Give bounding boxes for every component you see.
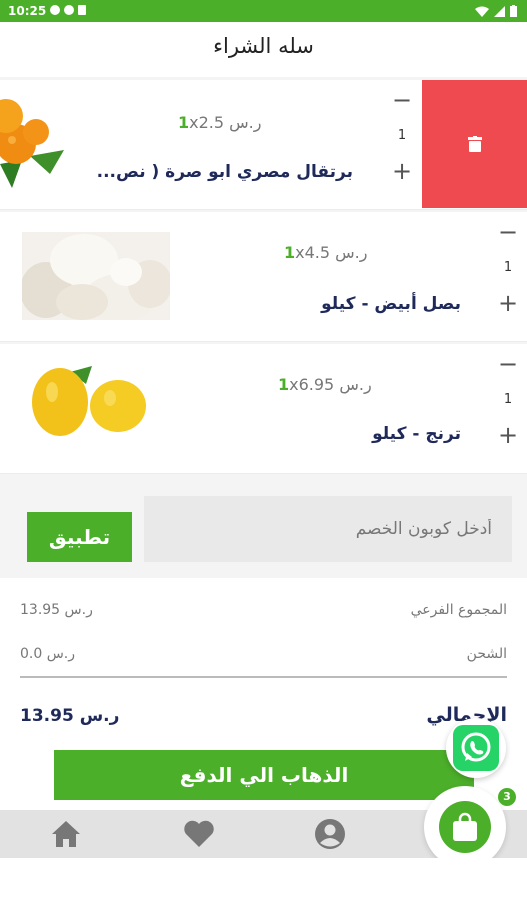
wifi-icon — [475, 6, 489, 17]
quantity-stepper[interactable]: − 1 + — [494, 220, 522, 315]
item-price-text: x6.95 ر.س — [289, 375, 372, 394]
decrease-button[interactable]: − — [388, 88, 416, 112]
trash-icon — [467, 136, 482, 152]
item-multiplier: 1 — [284, 243, 296, 262]
sim-icon — [78, 5, 86, 15]
battery-icon — [510, 5, 517, 17]
summary-divider — [20, 676, 507, 678]
item-unit-price: 1x4.5 ر.س — [284, 243, 367, 262]
checkout-button[interactable]: الذهاب الي الدفع — [54, 750, 474, 800]
nav-profile[interactable] — [312, 816, 348, 852]
nav-favorites[interactable] — [181, 816, 217, 852]
subtotal-value: 13.95 ر.س — [20, 602, 93, 618]
item-name: برتقال مصري ابو صرة ( نص... — [96, 162, 353, 182]
notification-icon — [64, 5, 74, 15]
nav-home[interactable] — [48, 816, 84, 852]
page-title: سله الشراء — [213, 34, 314, 58]
delete-button[interactable] — [422, 80, 527, 208]
item-multiplier: 1 — [178, 113, 190, 132]
decrease-button[interactable]: − — [494, 352, 522, 376]
status-system-icons — [475, 5, 517, 17]
quantity-stepper[interactable]: − 1 + — [494, 352, 522, 447]
shipping-label: الشحن — [466, 646, 507, 662]
item-multiplier: 1 — [278, 375, 290, 394]
increase-button[interactable]: + — [494, 291, 522, 315]
system-navigation-bar — [0, 858, 527, 900]
signal-icon — [494, 5, 505, 17]
status-notification-icons — [50, 5, 86, 15]
product-image-oranges — [0, 99, 64, 188]
product-image-citron — [32, 366, 146, 436]
cart-button[interactable] — [424, 786, 506, 868]
status-bar: 10:25 — [0, 0, 527, 22]
quantity-stepper[interactable]: − 1 + — [388, 88, 416, 183]
shipping-value: 0.0 ر.س — [20, 646, 76, 662]
heart-icon — [184, 820, 214, 847]
shopping-bag-icon — [453, 812, 477, 841]
product-image-white-onions — [22, 232, 170, 320]
coupon-input[interactable] — [144, 496, 512, 562]
total-value: 13.95 ر.س — [20, 706, 120, 726]
coupon-section: تطبيق — [0, 476, 527, 576]
decrease-button[interactable]: − — [494, 220, 522, 244]
quantity-value: 1 — [503, 260, 513, 275]
app-header: سله الشراء — [0, 22, 527, 77]
user-icon — [315, 819, 345, 849]
item-price-text: x4.5 ر.س — [295, 243, 368, 262]
notification-icon — [50, 5, 60, 15]
increase-button[interactable]: + — [494, 423, 522, 447]
quantity-value: 1 — [397, 128, 407, 143]
subtotal-label: المجموع الفرعي — [410, 602, 507, 618]
cart-item[interactable]: 1x4.5 ر.س بصل أبيض - كيلو − 1 + — [0, 212, 527, 342]
apply-coupon-button[interactable]: تطبيق — [27, 512, 132, 562]
status-time: 10:25 — [8, 4, 47, 18]
cart-count-badge: 3 — [498, 788, 516, 806]
item-unit-price: 1x2.5 ر.س — [178, 113, 261, 132]
home-icon — [52, 821, 80, 847]
whatsapp-button[interactable] — [446, 718, 506, 778]
cart-item[interactable]: 1x2.5 ر.س برتقال مصري ابو صرة ( نص... − … — [0, 80, 527, 210]
whatsapp-icon — [453, 725, 499, 771]
cart-item[interactable]: 1x6.95 ر.س ترنج - كيلو − 1 + — [0, 344, 527, 474]
quantity-value: 1 — [503, 392, 513, 407]
cart-button-inner — [439, 801, 491, 853]
item-price-text: x2.5 ر.س — [189, 113, 262, 132]
item-name: ترنج - كيلو — [372, 424, 461, 444]
item-unit-price: 1x6.95 ر.س — [278, 375, 372, 394]
item-name: بصل أبيض - كيلو — [321, 294, 461, 314]
increase-button[interactable]: + — [388, 159, 416, 183]
